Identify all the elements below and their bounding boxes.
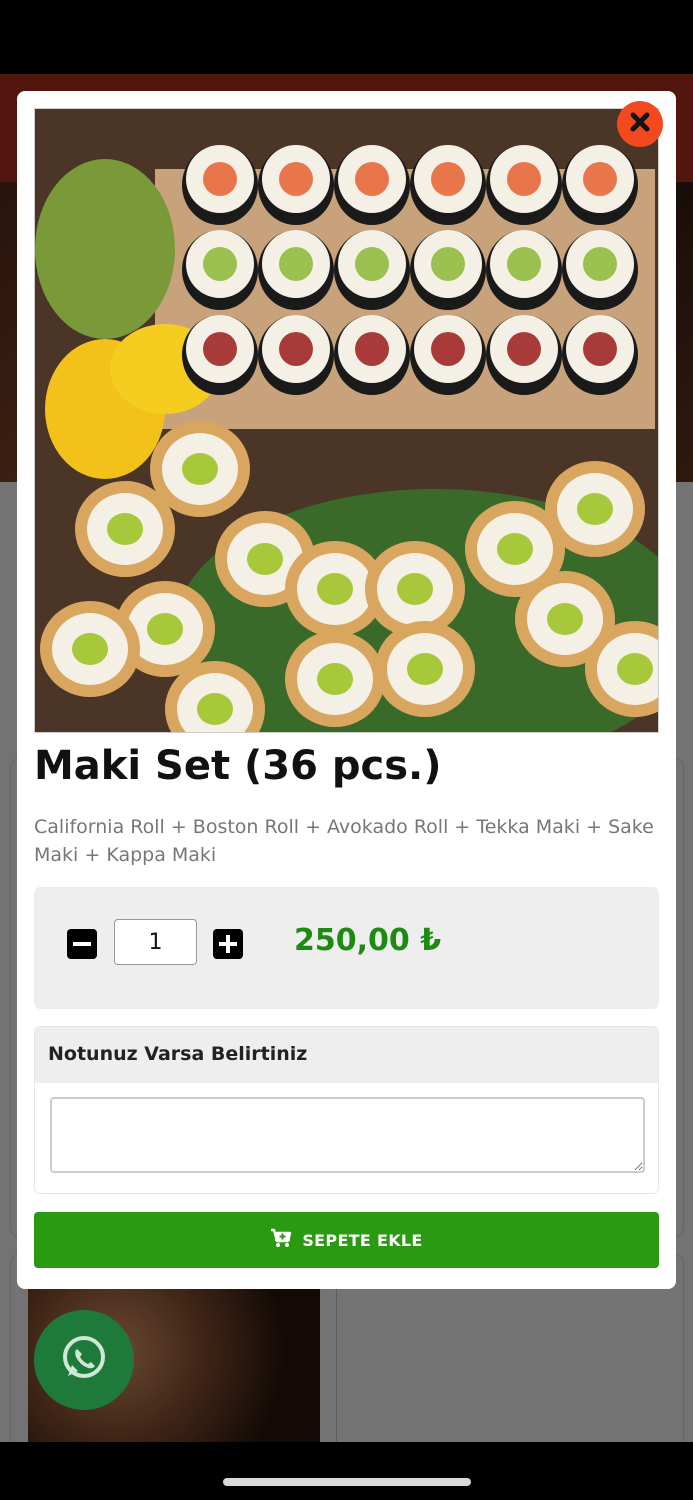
product-price: 250,00 ₺ bbox=[294, 923, 442, 958]
product-image bbox=[34, 108, 659, 733]
note-textarea[interactable] bbox=[50, 1097, 645, 1173]
product-modal: Maki Set (36 pcs.) California Roll + Bos… bbox=[17, 91, 676, 1289]
quantity-input[interactable] bbox=[114, 919, 197, 965]
note-label: Notunuz Varsa Belirtiniz bbox=[48, 1043, 308, 1065]
home-indicator[interactable] bbox=[223, 1478, 471, 1486]
sushi-photo bbox=[35, 109, 658, 732]
add-to-cart-button[interactable]: SEPETE EKLE bbox=[34, 1212, 659, 1268]
product-title: Maki Set (36 pcs.) bbox=[34, 743, 442, 789]
note-panel: Notunuz Varsa Belirtiniz bbox=[34, 1026, 659, 1194]
cart-plus-icon bbox=[270, 1228, 292, 1252]
quantity-panel: 250,00 ₺ bbox=[34, 887, 659, 1009]
status-bar bbox=[0, 0, 693, 74]
close-button[interactable] bbox=[617, 101, 663, 147]
whatsapp-icon bbox=[58, 1332, 110, 1388]
close-icon bbox=[629, 111, 651, 137]
add-to-cart-label: SEPETE EKLE bbox=[302, 1230, 423, 1250]
minus-square-icon[interactable] bbox=[67, 929, 97, 959]
system-nav-bar bbox=[0, 1442, 693, 1500]
product-description: California Roll + Boston Roll + Avokado … bbox=[34, 816, 654, 866]
whatsapp-button[interactable] bbox=[34, 1310, 134, 1410]
plus-square-icon[interactable] bbox=[213, 929, 243, 959]
note-header: Notunuz Varsa Belirtiniz bbox=[35, 1027, 658, 1083]
